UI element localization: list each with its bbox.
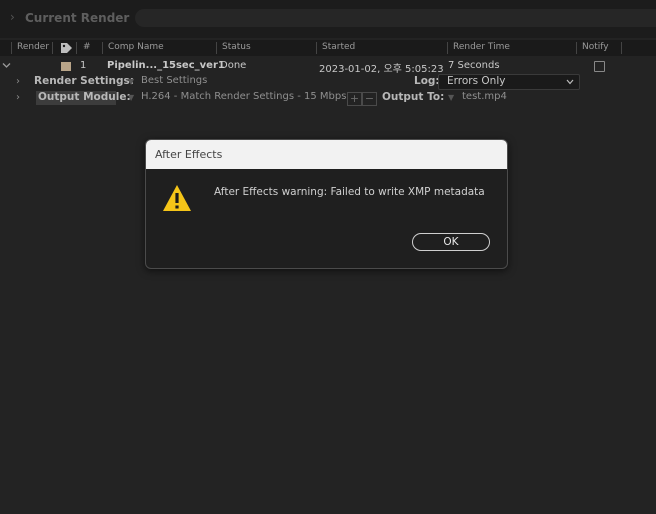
column-divider[interactable] (52, 42, 53, 54)
column-divider[interactable] (621, 42, 622, 54)
column-number[interactable]: # (83, 42, 91, 52)
log-select[interactable]: Errors Only (438, 74, 580, 90)
panel-title: Current Render (25, 11, 130, 25)
output-file-name[interactable]: test.mp4 (462, 91, 507, 102)
output-module-dropdown-icon[interactable]: ▼ (128, 93, 134, 102)
expand-chevron-down-icon[interactable] (2, 62, 11, 69)
comp-name[interactable]: Pipelin..._15sec_ver1 (107, 60, 225, 71)
log-label: Log: (414, 75, 440, 87)
started-time: 2023-01-02, 오후 5:05:23 (319, 64, 444, 75)
log-selected-value: Errors Only (447, 75, 506, 87)
output-to-dropdown-icon[interactable]: ▼ (448, 93, 454, 102)
dialog-title: After Effects (155, 148, 223, 161)
label-color-swatch[interactable] (61, 62, 71, 71)
warning-dialog: After Effects After Effects warning: Fai… (145, 139, 508, 269)
add-output-module-button[interactable]: + (347, 92, 362, 106)
output-module-chevron-icon[interactable]: › (16, 92, 20, 103)
status-text: Done (220, 60, 247, 71)
dialog-titlebar[interactable]: After Effects (146, 140, 507, 169)
render-progress-bar (135, 9, 656, 27)
column-status[interactable]: Status (222, 42, 251, 52)
render-settings-value[interactable]: Best Settings (141, 75, 207, 86)
column-render[interactable]: Render (17, 42, 49, 52)
column-notify[interactable]: Notify (582, 42, 609, 52)
render-settings-label: Render Settings: (34, 75, 134, 87)
dialog-message: After Effects warning: Failed to write X… (214, 186, 485, 198)
output-to-label: Output To: (382, 91, 445, 103)
column-header-row: Render # Comp Name Status Started Render… (0, 40, 656, 56)
column-divider[interactable] (576, 42, 577, 54)
column-divider[interactable] (11, 42, 12, 54)
remove-output-module-button[interactable]: − (362, 92, 377, 106)
collapse-chevron-icon[interactable]: › (10, 10, 15, 24)
notify-checkbox[interactable] (594, 61, 605, 72)
render-settings-dropdown-icon[interactable]: ▼ (128, 77, 134, 86)
panel-header: › Current Render (0, 0, 656, 38)
column-divider[interactable] (447, 42, 448, 54)
column-comp-name[interactable]: Comp Name (108, 42, 164, 52)
item-number: 1 (80, 60, 87, 71)
column-divider[interactable] (76, 42, 77, 54)
render-settings-chevron-icon[interactable]: › (16, 76, 20, 87)
column-divider[interactable] (216, 42, 217, 54)
column-started[interactable]: Started (322, 42, 355, 52)
warning-icon (163, 185, 191, 211)
chevron-down-icon (566, 79, 574, 85)
ok-button[interactable]: OK (412, 233, 490, 251)
render-time: 7 Seconds (448, 60, 500, 71)
output-module-value[interactable]: H.264 - Match Render Settings - 15 Mbps (141, 91, 346, 102)
column-render-time[interactable]: Render Time (453, 42, 510, 52)
label-tag-icon[interactable] (60, 42, 73, 54)
column-divider[interactable] (102, 42, 103, 54)
output-module-label: Output Module: (38, 91, 131, 103)
column-divider[interactable] (316, 42, 317, 54)
